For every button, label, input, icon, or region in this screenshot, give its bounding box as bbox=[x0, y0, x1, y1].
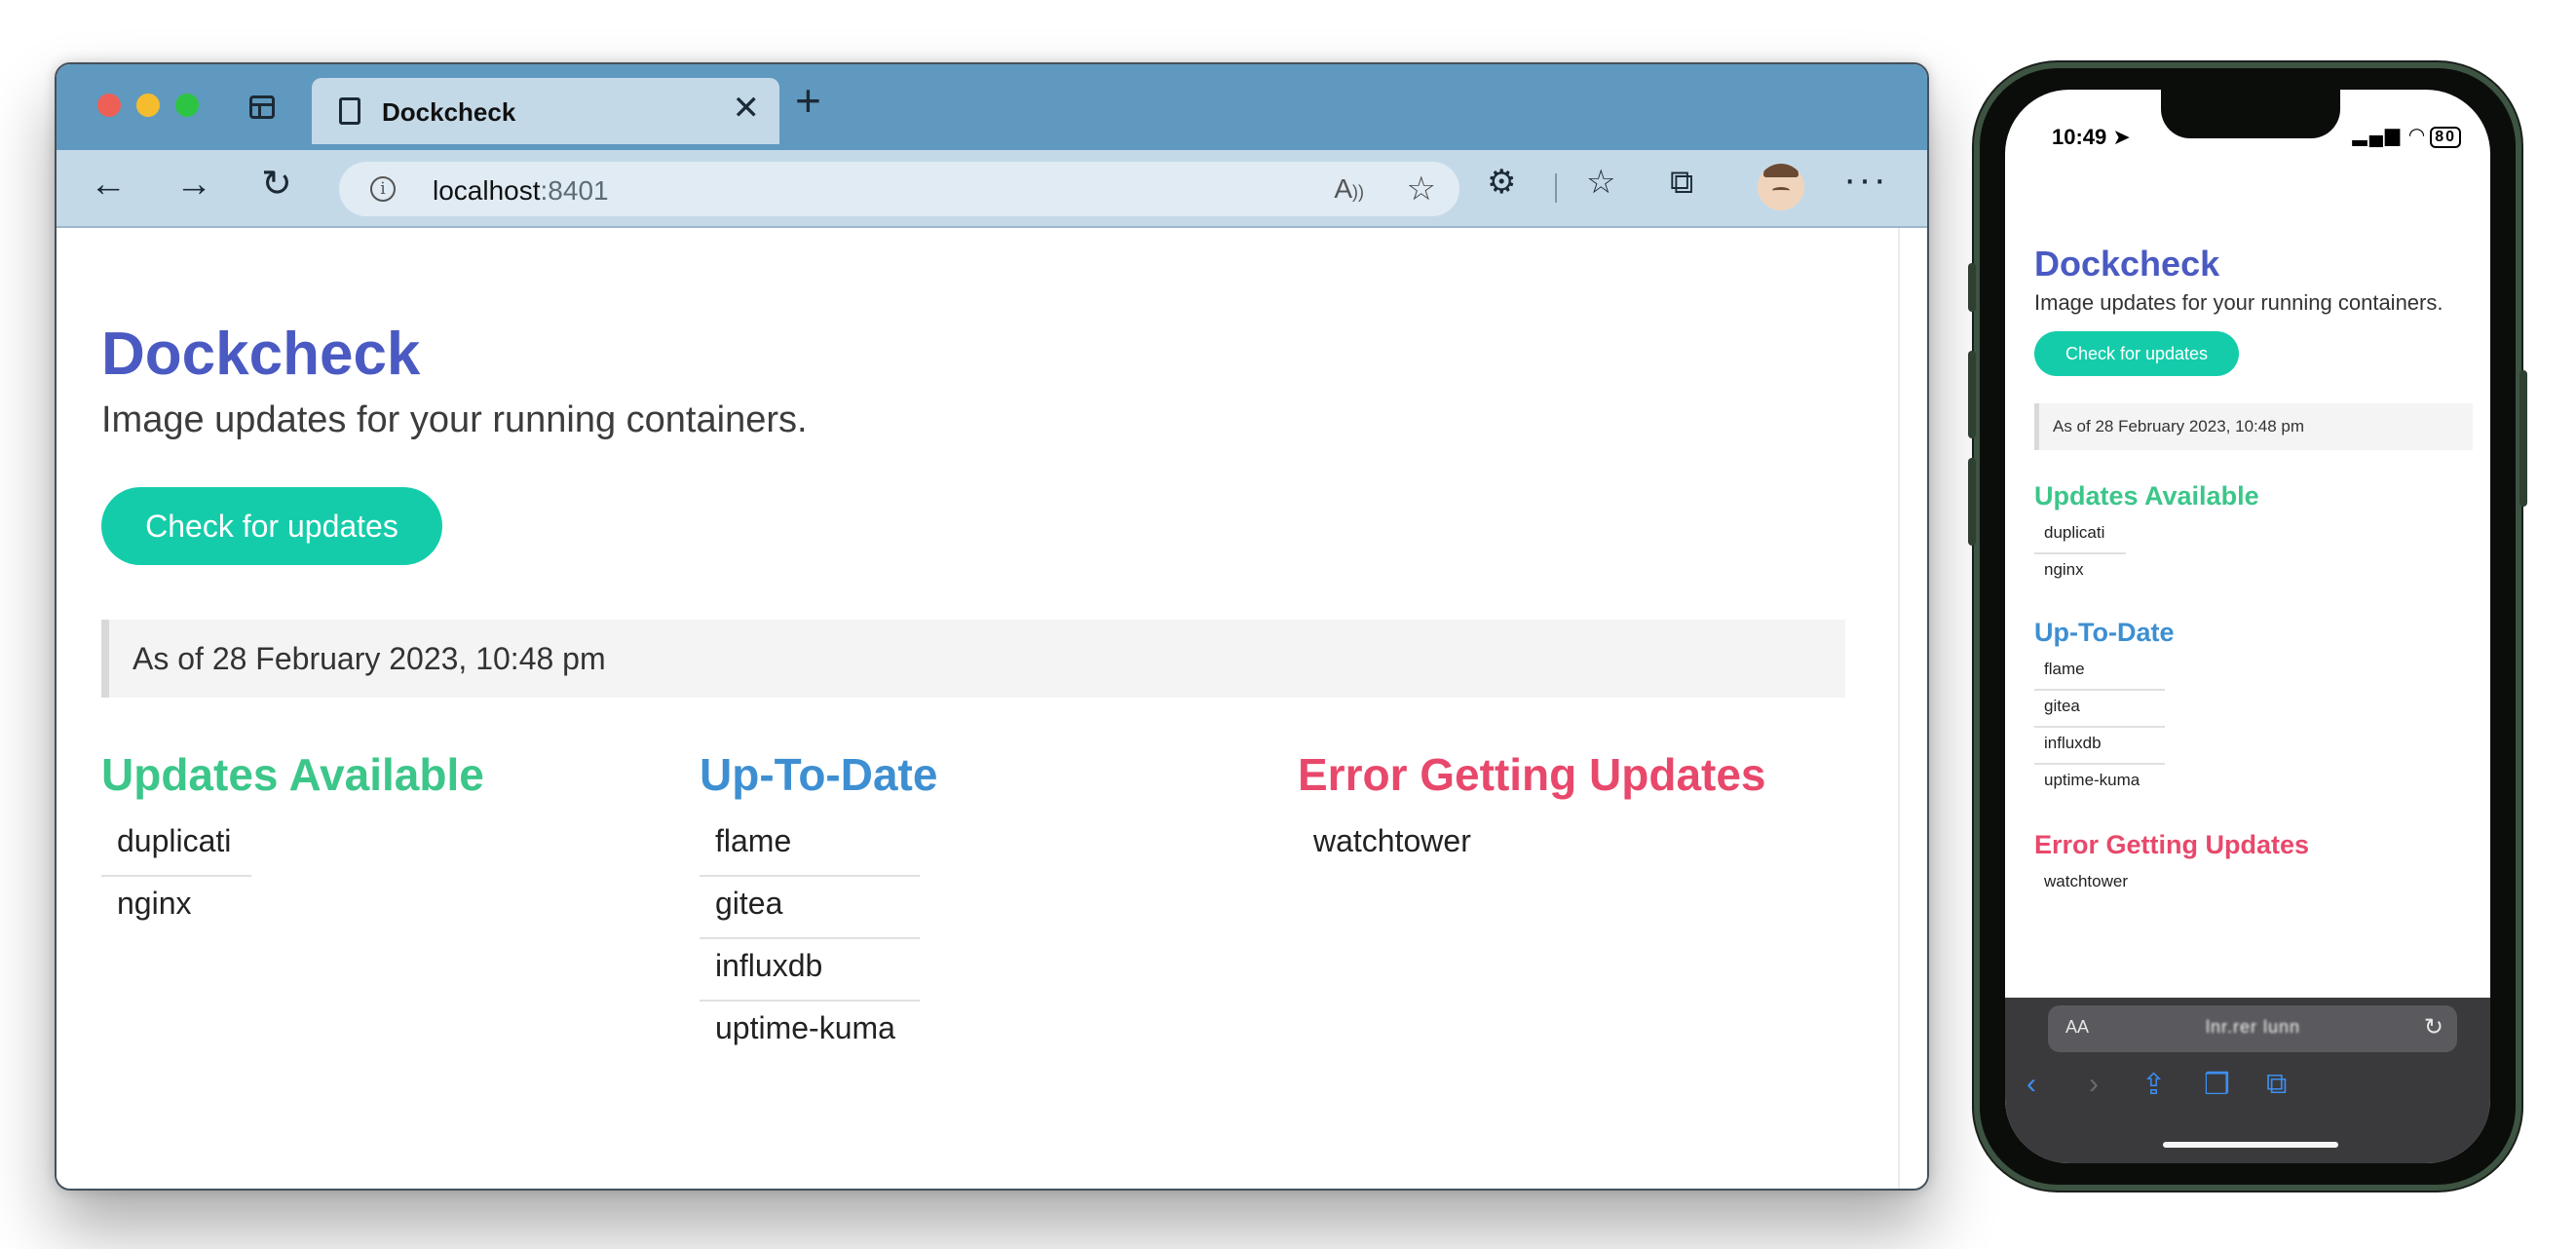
reader-options-icon[interactable]: AA bbox=[2065, 1017, 2089, 1038]
page-subtitle: Image updates for your running container… bbox=[101, 399, 808, 440]
list-item: flame bbox=[2034, 654, 2165, 691]
mobile-forward-icon[interactable]: › bbox=[2089, 1068, 2099, 1101]
list-item: nginx bbox=[2044, 560, 2084, 579]
mobile-check-for-updates-button[interactable]: Check for updates bbox=[2034, 331, 2239, 376]
mobile-updates-available-section: Updates Available duplicati nginx bbox=[2034, 481, 2259, 591]
home-indicator bbox=[2163, 1142, 2338, 1148]
address-bar[interactable]: i localhost:8401 A)) ☆ bbox=[339, 162, 1459, 216]
status-time-text: 10:49 bbox=[2052, 125, 2107, 149]
up-to-date-section: Up-To-Date flame gitea influxdb uptime-k… bbox=[700, 748, 937, 1064]
updates-available-list: duplicati nginx bbox=[101, 814, 484, 939]
maximize-window-button[interactable] bbox=[175, 94, 199, 117]
site-info-icon[interactable]: i bbox=[370, 176, 396, 202]
list-item: watchtower bbox=[2044, 872, 2128, 890]
mobile-updates-available-heading: Updates Available bbox=[2034, 481, 2259, 511]
page-icon bbox=[339, 97, 360, 125]
location-icon: ➤ bbox=[2112, 125, 2131, 149]
phone-screen: 10:49 ➤ ▂▄▆ ◠ 80 Dockcheck Image updates … bbox=[2005, 90, 2490, 1163]
page-viewport: Dockcheck Image updates for your running… bbox=[57, 228, 1927, 1189]
list-item: watchtower bbox=[1313, 823, 1471, 858]
mobile-error-getting-updates-section: Error Getting Updates watchtower bbox=[2034, 830, 2309, 903]
share-icon[interactable]: ⇪ bbox=[2141, 1068, 2166, 1102]
bookmarks-icon[interactable]: ❒ bbox=[2204, 1068, 2230, 1102]
list-item: nginx bbox=[117, 886, 192, 921]
add-favorite-icon[interactable]: ☆ bbox=[1407, 170, 1436, 208]
signal-icon: ▂▄▆ bbox=[2352, 125, 2403, 146]
mobile-page-title: Dockcheck bbox=[2034, 244, 2220, 284]
phone-frame: 10:49 ➤ ▂▄▆ ◠ 80 Dockcheck Image updates … bbox=[1968, 62, 2527, 1191]
notch bbox=[2161, 90, 2340, 138]
url-port: :8401 bbox=[540, 175, 609, 206]
error-getting-updates-heading: Error Getting Updates bbox=[1298, 749, 1766, 800]
toolbar-divider bbox=[1555, 173, 1557, 203]
close-window-button[interactable] bbox=[97, 94, 121, 117]
up-to-date-heading: Up-To-Date bbox=[700, 749, 938, 800]
list-item: gitea bbox=[2034, 691, 2165, 728]
mobile-url-text[interactable]: lnr.rer lunn bbox=[2206, 1017, 2300, 1038]
up-to-date-list: flame gitea influxdb uptime-kuma bbox=[700, 814, 937, 1064]
check-for-updates-button[interactable]: Check for updates bbox=[101, 487, 442, 565]
forward-button[interactable]: → bbox=[175, 166, 212, 203]
tabs-icon[interactable]: ⧉ bbox=[2266, 1068, 2287, 1101]
power-button bbox=[2519, 370, 2527, 507]
back-button[interactable]: ← bbox=[90, 166, 127, 203]
reader-options-label: AA bbox=[2065, 1017, 2090, 1037]
updates-available-section: Updates Available duplicati nginx bbox=[101, 748, 484, 939]
safari-bottom-bar: AA lnr.rer lunn ↻ ‹ › ⇪ ❒ ⧉ bbox=[2005, 998, 2490, 1163]
mobile-updates-available-list: duplicati nginx bbox=[2034, 517, 2259, 591]
list-item: gitea bbox=[700, 877, 920, 939]
updates-available-heading: Updates Available bbox=[101, 749, 484, 800]
mobile-last-checked-note: As of 28 February 2023, 10:48 pm bbox=[2034, 403, 2473, 450]
mobile-reload-icon[interactable]: ↻ bbox=[2424, 1013, 2443, 1041]
minimize-window-button[interactable] bbox=[136, 94, 160, 117]
list-item: uptime-kuma bbox=[2044, 771, 2140, 789]
mobile-up-to-date-heading: Up-To-Date bbox=[2034, 618, 2175, 647]
volume-up-button bbox=[1968, 351, 1976, 438]
browser-tab[interactable]: Dockcheck ✕ bbox=[312, 78, 779, 144]
mobile-up-to-date-section: Up-To-Date flame gitea influxdb uptime-k… bbox=[2034, 618, 2174, 802]
tab-actions-icon[interactable] bbox=[249, 95, 275, 119]
error-getting-updates-list: watchtower bbox=[1298, 814, 1766, 877]
page-title: Dockcheck bbox=[101, 321, 421, 388]
new-tab-button[interactable]: + bbox=[795, 78, 821, 123]
volume-down-button bbox=[1968, 458, 1976, 546]
list-item: duplicati bbox=[101, 814, 251, 877]
list-item: duplicati bbox=[2034, 517, 2126, 554]
last-checked-note: As of 28 February 2023, 10:48 pm bbox=[101, 620, 1845, 698]
list-item: influxdb bbox=[2034, 728, 2165, 765]
list-item: flame bbox=[700, 814, 920, 877]
mobile-page-subtitle: Image updates for your running container… bbox=[2034, 290, 2443, 315]
status-time: 10:49 ➤ bbox=[2052, 125, 2131, 150]
battery-icon: 80 bbox=[2430, 127, 2461, 148]
tab-title: Dockcheck bbox=[382, 97, 516, 127]
close-tab-icon[interactable]: ✕ bbox=[733, 92, 761, 125]
url-text[interactable]: localhost:8401 bbox=[433, 175, 609, 207]
wifi-icon: ◠ bbox=[2408, 125, 2427, 146]
tab-bar: Dockcheck ✕ + bbox=[57, 64, 1927, 150]
vertical-scrollbar[interactable] bbox=[1898, 228, 1900, 1189]
browser-window: Dockcheck ✕ + ← → ↻ i localhost:8401 A))… bbox=[55, 62, 1929, 1191]
more-menu-icon[interactable]: ··· bbox=[1843, 158, 1888, 202]
mobile-back-icon[interactable]: ‹ bbox=[2027, 1068, 2036, 1101]
read-aloud-icon[interactable]: A)) bbox=[1334, 173, 1364, 205]
status-icons: ▂▄▆ ◠ 80 bbox=[2352, 123, 2461, 148]
mute-switch bbox=[1968, 263, 1976, 312]
browser-toolbar: ← → ↻ i localhost:8401 A)) ☆ ⚙ ☆ ⧉ ··· bbox=[57, 150, 1927, 228]
mobile-error-getting-updates-heading: Error Getting Updates bbox=[2034, 830, 2310, 859]
collections-icon[interactable]: ⧉ bbox=[1670, 166, 1693, 199]
list-item: uptime-kuma bbox=[715, 1010, 895, 1045]
mobile-error-getting-updates-list: watchtower bbox=[2034, 866, 2309, 903]
url-host: localhost bbox=[433, 175, 541, 206]
reload-button[interactable]: ↻ bbox=[261, 166, 292, 203]
mobile-up-to-date-list: flame gitea influxdb uptime-kuma bbox=[2034, 654, 2174, 802]
profile-avatar[interactable] bbox=[1758, 164, 1804, 210]
extensions-icon[interactable]: ⚙ bbox=[1487, 166, 1516, 199]
error-getting-updates-section: Error Getting Updates watchtower bbox=[1298, 748, 1766, 877]
favorites-icon[interactable]: ☆ bbox=[1586, 166, 1615, 199]
mobile-address-bar[interactable]: AA lnr.rer lunn ↻ bbox=[2048, 1005, 2457, 1052]
list-item: influxdb bbox=[700, 939, 920, 1002]
